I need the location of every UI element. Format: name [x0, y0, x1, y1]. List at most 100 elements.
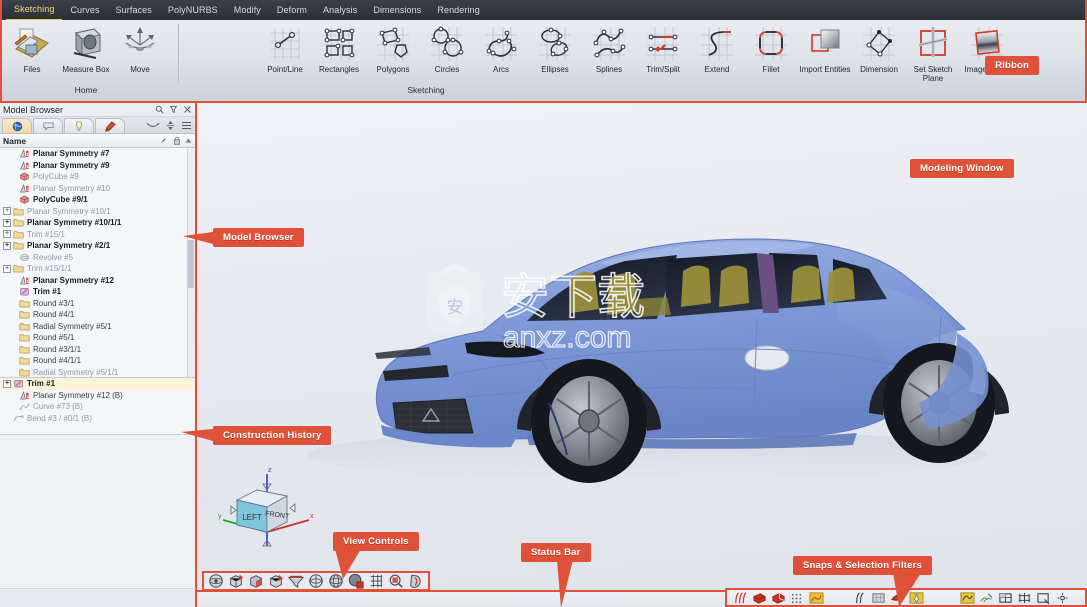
snap-surface-icon[interactable] — [752, 591, 767, 605]
view-cube[interactable]: z x y LEFT FRONT — [209, 460, 319, 555]
tree-row[interactable]: 1 Planar Symmetry #10 — [0, 183, 195, 195]
history-row[interactable]: + Trim #1 — [0, 378, 195, 390]
sort-icon[interactable] — [166, 120, 175, 131]
select-edge-icon[interactable] — [1017, 591, 1032, 605]
expand-toggle-icon[interactable]: + — [3, 264, 11, 273]
tree-row[interactable]: 1 Planar Symmetry #9 — [0, 160, 195, 172]
ribbon-button-ellipses[interactable]: Ellipses — [528, 20, 582, 74]
tree-row[interactable]: 1 Planar Symmetry #12 — [0, 275, 195, 287]
menu-tab-sketching[interactable]: Sketching — [6, 0, 63, 21]
expand-toggle-icon[interactable]: + — [3, 241, 11, 250]
menu-tab-rendering[interactable]: Rendering — [429, 0, 487, 20]
scroll-up-icon[interactable] — [185, 137, 192, 144]
tree-row[interactable]: Radial Symmetry #5/1/1 — [0, 367, 195, 378]
collapse-icon[interactable] — [146, 122, 160, 130]
tree-row[interactable]: Round #3/1 — [0, 298, 195, 310]
ribbon-button-point-line[interactable]: Point/Line — [258, 20, 312, 74]
ribbon-button-measure-box[interactable]: Measure Box — [59, 20, 113, 74]
perspective-view-icon[interactable] — [267, 573, 285, 589]
modeling-window[interactable]: 安 安下载 anxz.com z x y LEFT FRONT Modeling… — [197, 103, 1087, 607]
tree-row[interactable]: Revolve #5 — [0, 252, 195, 264]
tree-row[interactable]: 1 Planar Symmetry #7 — [0, 148, 195, 160]
filter-curve-icon[interactable] — [852, 591, 867, 605]
visibility-icon[interactable] — [159, 136, 167, 145]
menu-tab-analysis[interactable]: Analysis — [315, 0, 365, 20]
ribbon-label-rectangles: Rectangles — [318, 65, 360, 74]
ribbon-button-rectangles[interactable]: Rectangles — [312, 20, 366, 74]
select-point-icon[interactable] — [1055, 591, 1070, 605]
tree-scrollbar[interactable] — [187, 148, 195, 377]
rotate-view-icon[interactable] — [307, 573, 325, 589]
section-view-icon[interactable] — [287, 573, 305, 589]
ribbon-button-import-entities[interactable]: Import Entities — [798, 20, 852, 74]
fit-view-icon[interactable] — [207, 573, 225, 589]
ribbon-button-circles[interactable]: Circles — [420, 20, 474, 74]
ribbon-button-arcs[interactable]: Arcs — [474, 20, 528, 74]
view-controls-toolbar[interactable] — [202, 571, 430, 591]
history-row[interactable]: 1 Planar Symmetry #12 (B) — [0, 390, 195, 402]
ribbon-button-splines[interactable]: Splines — [582, 20, 636, 74]
filter-face-icon[interactable] — [871, 591, 886, 605]
select-feature-icon[interactable] — [979, 591, 994, 605]
menu-tab-curves[interactable]: Curves — [62, 0, 107, 20]
tree-row[interactable]: Round #4/1 — [0, 309, 195, 321]
snap-grid-icon[interactable] — [790, 591, 805, 605]
grid-toggle-icon[interactable] — [367, 573, 385, 589]
tree-row[interactable]: Round #4/1/1 — [0, 355, 195, 367]
filter-icon[interactable] — [169, 105, 178, 114]
close-icon[interactable] — [183, 105, 192, 114]
select-face-icon[interactable] — [998, 591, 1013, 605]
tree-row[interactable]: + Trim #15/1/1 — [0, 263, 195, 275]
search-icon[interactable] — [155, 105, 164, 114]
tree-row[interactable]: PolyCube #9/1 — [0, 194, 195, 206]
tree-row[interactable]: Round #3/1/1 — [0, 344, 195, 356]
tree-row[interactable]: + Planar Symmetry #10/1/1 — [0, 217, 195, 229]
menu-tab-polynurbs[interactable]: PolyNURBS — [160, 0, 226, 20]
model-browser-tab-comments[interactable] — [33, 118, 63, 133]
history-row[interactable]: Bend #3 / #0/1 (B) — [0, 413, 195, 425]
ribbon-button-fillet[interactable]: Fillet — [744, 20, 798, 74]
select-part-icon[interactable] — [960, 591, 975, 605]
menu-tab-modify[interactable]: Modify — [226, 0, 269, 20]
history-row[interactable]: Curve #73 (B) — [0, 401, 195, 413]
ribbon-button-polygons[interactable]: Polygons — [366, 20, 420, 74]
snap-curve-icon[interactable] — [733, 591, 748, 605]
expand-toggle-icon[interactable]: + — [3, 207, 11, 216]
model-browser-tab-world[interactable] — [2, 118, 32, 133]
expand-toggle-icon[interactable]: + — [3, 379, 11, 388]
ribbon-button-trim-split[interactable]: Trim/Split — [636, 20, 690, 74]
expand-toggle-icon[interactable]: + — [3, 230, 11, 239]
snap-solid-icon[interactable] — [771, 591, 786, 605]
menu-tab-surfaces[interactable]: Surfaces — [108, 0, 160, 20]
snap-mesh-icon[interactable] — [809, 591, 824, 605]
tree-row[interactable]: PolyCube #9 — [0, 171, 195, 183]
tree-row[interactable]: Round #5/1 — [0, 332, 195, 344]
zoom-window-icon[interactable] — [387, 573, 405, 589]
construction-history-panel[interactable]: + Trim #1 1 Planar Symmetry #12 (B) Curve #7… — [0, 378, 195, 435]
tree-row[interactable]: Trim #1 — [0, 286, 195, 298]
lock-icon[interactable] — [173, 136, 181, 145]
model-tree[interactable]: 1 Planar Symmetry #7 1 Planar Symmetry #9 Po… — [0, 148, 195, 378]
ribbon-button-dimension[interactable]: Dimension — [852, 20, 906, 74]
expand-toggle-icon[interactable]: + — [3, 218, 11, 227]
model-browser-tab-lights[interactable] — [64, 118, 94, 133]
menu-icon[interactable] — [181, 121, 192, 130]
ribbon-button-move[interactable]: Move — [113, 20, 167, 74]
shaded-view-icon[interactable] — [247, 573, 265, 589]
menu-tab-deform[interactable]: Deform — [269, 0, 315, 20]
menu-tab-dimensions[interactable]: Dimensions — [365, 0, 429, 20]
select-box-icon[interactable] — [1036, 591, 1051, 605]
tree-row[interactable]: + Planar Symmetry #10/1 — [0, 206, 195, 218]
view-display-icon[interactable] — [407, 573, 425, 589]
ribbon-button-extend[interactable]: Extend — [690, 20, 744, 74]
tree-row[interactable]: + Trim #15/1 — [0, 229, 195, 241]
history-row-label: Bend #3 / #0/1 (B) — [27, 413, 92, 423]
isometric-view-icon[interactable] — [227, 573, 245, 589]
model-browser-tab-materials[interactable] — [95, 118, 125, 133]
tree-scrollbar-thumb[interactable] — [188, 240, 194, 288]
tree-row[interactable]: Radial Symmetry #5/1 — [0, 321, 195, 333]
ribbon-button-files[interactable]: Files — [5, 20, 59, 74]
tree-row[interactable]: + Planar Symmetry #2/1 — [0, 240, 195, 252]
ribbon-button-set-sketch-plane[interactable]: Set Sketch Plane — [906, 20, 960, 83]
